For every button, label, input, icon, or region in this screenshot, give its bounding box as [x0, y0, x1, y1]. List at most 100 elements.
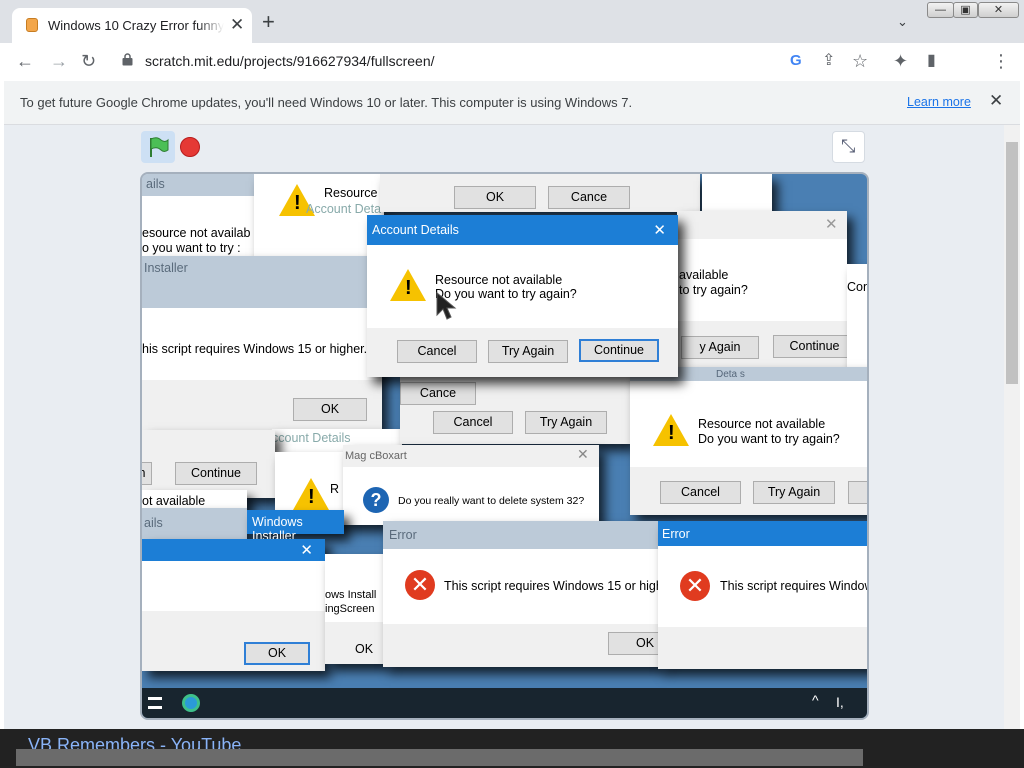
tab-close-icon[interactable]: ✕ [230, 15, 244, 35]
dialog-installer-text: ows Install ingScreen OK [325, 554, 385, 664]
dialog-text: Do you want to try again? [698, 432, 840, 446]
dialog-text: Resource not available [698, 417, 826, 431]
dialog-text: This script requires Windows 15 or highe… [444, 579, 677, 593]
close-icon[interactable]: ✕ [825, 215, 838, 233]
dialog-title: ccount Details [272, 431, 351, 445]
dialog-far-right: Conti [847, 264, 867, 374]
back-icon[interactable]: ← [16, 51, 34, 71]
infobar-close-icon[interactable]: ✕ [989, 91, 1003, 111]
dialog-titlebar: ✕ [142, 539, 325, 561]
green-flag-button[interactable] [141, 131, 175, 163]
tray-icon[interactable]: I, [836, 694, 844, 710]
warning-icon: ! [390, 269, 426, 301]
dialog-mid-back: Cance Cancel Try Again [400, 374, 630, 444]
button-fragment[interactable]: n [142, 462, 152, 485]
cancel-button[interactable]: Cance [548, 186, 630, 209]
try-again-button[interactable]: y Again [681, 336, 759, 359]
browser-tab[interactable]: Windows 10 Crazy Error funny or not ✕ [12, 8, 252, 43]
dialog-text: ot available [142, 494, 206, 508]
dialog-account-details: Account Details ✕ ! Resource not availab… [367, 215, 678, 377]
dialog-title: Windows Installer [247, 510, 344, 543]
dialog-text: his script requires Windows 15 or higher… [142, 342, 368, 356]
edge-icon[interactable] [182, 694, 200, 712]
dialog-text: Resource [324, 186, 378, 200]
ok-button[interactable]: OK [355, 642, 373, 657]
try-again-button[interactable]: Try Again [525, 411, 607, 434]
close-icon[interactable]: ✕ [577, 446, 589, 463]
stop-icon[interactable] [180, 137, 200, 157]
dialog-left-installer: Installer his script requires Windows 15… [142, 256, 382, 430]
share-icon[interactable]: ⇪ [822, 51, 835, 71]
lock-icon[interactable] [122, 53, 133, 66]
extensions-icon[interactable]: ✦ [893, 51, 908, 71]
exit-fullscreen-icon: ⤡ [841, 136, 856, 156]
scratch-stage[interactable]: ails esource not availab o you want to t… [140, 172, 869, 720]
extra-button[interactable] [848, 481, 867, 504]
google-lens-icon[interactable]: G [790, 51, 802, 71]
dialog-text: ingScreen [325, 603, 375, 615]
cancel-button[interactable]: Cancel [397, 340, 477, 363]
mouse-cursor-icon [436, 291, 457, 320]
continue-button[interactable]: Continue [579, 339, 659, 362]
warning-icon: ! [293, 478, 329, 510]
minimize-button[interactable]: — [927, 2, 954, 18]
infobar-message: To get future Google Chrome updates, you… [20, 95, 633, 110]
dialog-title: Installer [142, 256, 382, 280]
reload-icon[interactable]: ↻ [81, 51, 96, 71]
dialog-small-left: ✕ OK [142, 539, 325, 671]
exit-fullscreen-button[interactable]: ⤡ [832, 131, 865, 163]
cancel-button[interactable]: Cancel [433, 411, 513, 434]
dialog-title: Mag cBoxart [345, 450, 407, 462]
side-panel-icon[interactable]: ▮ [927, 51, 936, 71]
cancel-button[interactable]: Cancel [660, 481, 741, 504]
learn-more-link[interactable]: Learn more [907, 95, 971, 109]
try-again-button[interactable]: Try Again [488, 340, 568, 363]
cancel-button[interactable]: Cance [400, 382, 476, 405]
ok-button[interactable]: OK [244, 642, 310, 665]
error-icon: ✕ [680, 571, 710, 601]
dialog-small-left-title: ails [142, 508, 247, 540]
continue-button[interactable]: Continue [175, 462, 257, 485]
horizontal-scrollbar[interactable] [16, 749, 863, 766]
tab-search-icon[interactable]: ⌄ [897, 14, 908, 30]
new-tab-button[interactable]: + [262, 11, 275, 33]
close-icon[interactable]: ✕ [653, 221, 666, 239]
dialog-magic: Mag cBoxart ✕ ? Do you really want to de… [343, 445, 599, 525]
dialog-title: Error [658, 521, 867, 546]
dialog-left-fragment: ot available [142, 490, 247, 510]
dialog-band [142, 280, 382, 308]
scratch-favicon-icon [26, 18, 38, 32]
close-window-button[interactable]: ✕ [978, 2, 1019, 18]
dialog-back-warning: ! Resource Account Deta [254, 174, 384, 256]
continue-button[interactable]: Continue [773, 335, 856, 358]
address-bar[interactable]: scratch.mit.edu/projects/916627934/fulls… [145, 53, 435, 69]
dialog-error-1: Error ✕ This script requires Windows 15 … [383, 521, 682, 667]
bookmark-star-icon[interactable]: ☆ [852, 51, 868, 71]
forward-icon[interactable]: → [50, 51, 68, 71]
warning-icon: ! [653, 414, 689, 446]
dialog-back-small [702, 174, 772, 214]
ok-button[interactable]: OK [454, 186, 536, 209]
dialog-title: Account Details [372, 223, 459, 237]
dialog-text: esource not availab [142, 226, 251, 240]
ok-button[interactable]: OK [293, 398, 367, 421]
browser-toolbar: ← → ↻ scratch.mit.edu/projects/916627934… [0, 43, 1024, 115]
dialog-title: Error [383, 521, 661, 549]
close-icon[interactable]: ✕ [300, 541, 313, 559]
maximize-button[interactable]: ▣ [953, 2, 978, 18]
tab-title: Windows 10 Crazy Error funny or not [48, 18, 224, 33]
dialog-text: Conti [847, 280, 867, 294]
start-menu-icon[interactable] [148, 697, 162, 709]
dialog-title: Deta s [716, 369, 745, 380]
tab-strip: Windows 10 Crazy Error funny or not ✕ + … [0, 0, 1024, 43]
scrollbar-thumb[interactable] [1006, 142, 1018, 384]
question-icon: ? [363, 487, 389, 513]
dialog-footer [658, 627, 867, 669]
tray-chevron-icon[interactable]: ^ [812, 692, 819, 708]
dialog-text: This script requires Windows 15 or highe… [720, 579, 867, 593]
dialog-text: o you want to try : [142, 241, 241, 255]
menu-kebab-icon[interactable]: ⋮ [992, 51, 1010, 71]
dialog-text: available [679, 268, 729, 282]
try-again-button[interactable]: Try Again [753, 481, 835, 504]
error-icon: ✕ [405, 570, 435, 600]
